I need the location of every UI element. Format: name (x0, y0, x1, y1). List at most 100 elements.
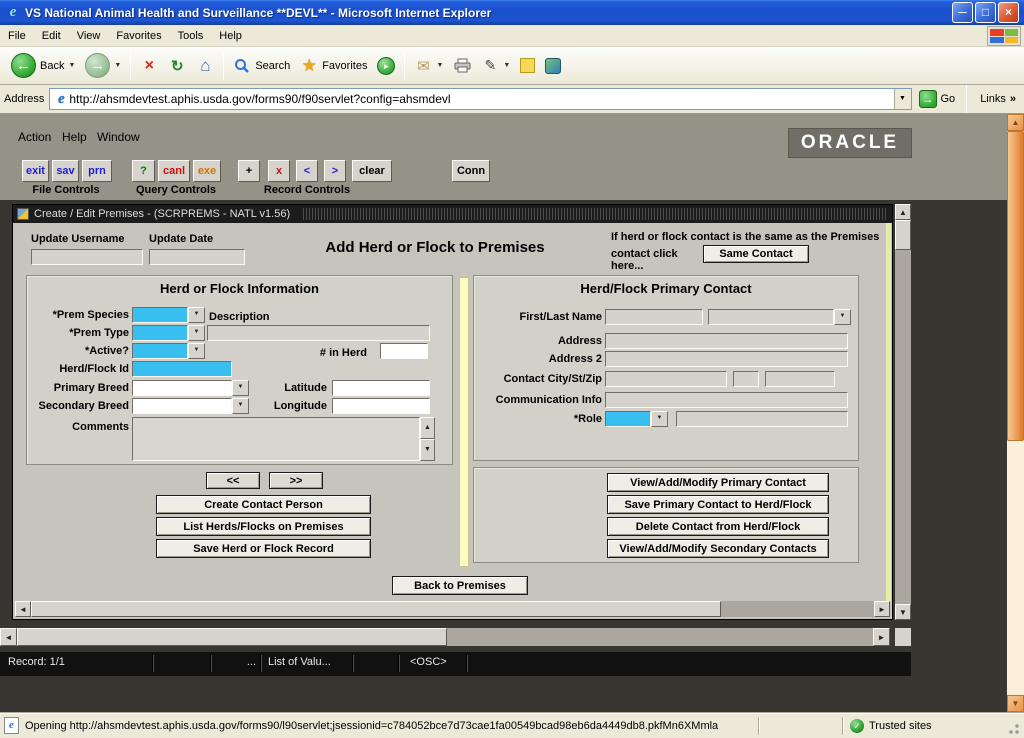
primary-breed-field[interactable] (132, 380, 232, 396)
longitude-field[interactable] (332, 398, 430, 414)
record-prev-button[interactable]: < (296, 160, 318, 182)
scroll-right-icon[interactable]: ► (874, 601, 890, 617)
discuss-button[interactable] (515, 56, 540, 75)
query-enter-button[interactable]: ? (132, 160, 155, 182)
in-herd-field[interactable] (380, 343, 428, 359)
discuss-icon (520, 58, 535, 73)
applet-horizontal-scrollbar[interactable]: ◄ ► (0, 628, 890, 646)
comments-scroll-down-icon[interactable]: ▼ (420, 439, 435, 461)
same-contact-note-line1: If herd or flock contact is the same as … (611, 231, 885, 243)
save-button[interactable]: sav (52, 160, 79, 182)
same-contact-button[interactable]: Same Contact (703, 245, 809, 263)
role-dropdown-icon[interactable]: ▼ (651, 411, 668, 427)
list-herds-flocks-button[interactable]: List Herds/Flocks on Premises (156, 517, 371, 536)
delete-contact-button[interactable]: Delete Contact from Herd/Flock (607, 517, 829, 536)
horizontal-scroll-thumb[interactable] (17, 628, 447, 646)
exit-button[interactable]: exit (22, 160, 49, 182)
scroll-up-icon[interactable]: ▲ (1007, 114, 1024, 131)
query-execute-button[interactable]: exe (193, 160, 221, 182)
edit-button[interactable]: ✎ ▼ (476, 55, 515, 77)
save-primary-contact-button[interactable]: Save Primary Contact to Herd/Flock (607, 495, 829, 514)
scroll-left-icon[interactable]: ◄ (15, 601, 31, 617)
menu-tools[interactable]: Tools (170, 27, 212, 45)
record-clear-button[interactable]: clear (352, 160, 392, 182)
forward-button[interactable]: → ▼ (80, 51, 126, 80)
prem-species-dropdown-icon[interactable]: ▼ (188, 307, 205, 323)
menu-help[interactable]: Help (211, 27, 250, 45)
create-contact-person-button[interactable]: Create Contact Person (156, 495, 371, 514)
form-horizontal-scrollbar[interactable]: ◄ ► (15, 601, 890, 617)
forward-dropdown-icon[interactable]: ▼ (114, 62, 121, 69)
menu-file[interactable]: File (0, 27, 34, 45)
back-button[interactable]: ← Back ▼ (6, 51, 80, 80)
prem-type-field[interactable] (132, 325, 188, 341)
secondary-breed-dropdown-icon[interactable]: ▼ (232, 398, 249, 414)
browser-scroll-thumb[interactable] (1007, 131, 1024, 441)
save-herd-record-button[interactable]: Save Herd or Flock Record (156, 539, 371, 558)
scroll-down-icon[interactable]: ▼ (1007, 695, 1024, 712)
record-indicator: Record: 1/1 (8, 656, 65, 668)
scroll-up-icon[interactable]: ▲ (895, 204, 911, 220)
edit-dropdown-icon[interactable]: ▼ (503, 62, 510, 69)
scroll-left-icon[interactable]: ◄ (0, 628, 17, 646)
mail-dropdown-icon[interactable]: ▼ (436, 62, 443, 69)
refresh-button[interactable]: ↻ (163, 55, 191, 77)
address-input-box: e ▼ (49, 88, 911, 110)
address-dropdown-icon[interactable]: ▼ (894, 89, 911, 109)
primary-breed-dropdown-icon[interactable]: ▼ (232, 380, 249, 396)
browser-vertical-scrollbar[interactable]: ▲ ▼ (1007, 114, 1024, 712)
role-field[interactable] (605, 411, 651, 427)
scroll-right-icon[interactable]: ► (873, 628, 890, 646)
applet-vertical-scrollbar[interactable]: ▲ ▼ (895, 204, 911, 620)
favorites-button[interactable]: ★ Favorites (295, 55, 372, 77)
links-button[interactable]: Links » (976, 93, 1020, 105)
record-prev-nav-button[interactable]: << (206, 472, 260, 489)
record-add-button[interactable]: + (238, 160, 260, 182)
secondary-breed-field[interactable] (132, 398, 232, 414)
media-button[interactable]: ▸ (372, 55, 400, 77)
close-button[interactable]: × (998, 2, 1019, 23)
scroll-down-icon[interactable]: ▼ (895, 604, 911, 620)
oracle-menu-window[interactable]: Window (97, 130, 140, 144)
herd-info-groupbox: Herd or Flock Information *Prem Species … (26, 275, 453, 465)
oracle-menu-help[interactable]: Help (62, 130, 87, 144)
view-add-modify-primary-button[interactable]: View/Add/Modify Primary Contact (607, 473, 829, 492)
menu-edit[interactable]: Edit (34, 27, 69, 45)
resize-grip[interactable] (1006, 717, 1020, 735)
print-record-button[interactable]: prn (82, 160, 112, 182)
prem-type-dropdown-icon[interactable]: ▼ (188, 325, 205, 341)
view-add-modify-secondary-button[interactable]: View/Add/Modify Secondary Contacts (607, 539, 829, 558)
menu-favorites[interactable]: Favorites (108, 27, 169, 45)
query-cancel-button[interactable]: canl (158, 160, 190, 182)
oracle-menu-action[interactable]: Action (18, 130, 51, 144)
home-button[interactable]: ⌂ (191, 55, 219, 77)
herd-flock-id-field[interactable] (132, 361, 232, 377)
horizontal-scroll-thumb[interactable] (31, 601, 721, 617)
latitude-field[interactable] (332, 380, 430, 396)
menu-view[interactable]: View (69, 27, 109, 45)
back-dropdown-icon[interactable]: ▼ (68, 62, 75, 69)
record-next-nav-button[interactable]: >> (269, 472, 323, 489)
mail-button[interactable]: ✉ ▼ (409, 55, 448, 77)
record-delete-button[interactable]: x (268, 160, 290, 182)
active-field[interactable] (132, 343, 188, 359)
search-button[interactable]: Search (228, 55, 295, 77)
messenger-button[interactable] (540, 56, 566, 76)
comments-scroll-up-icon[interactable]: ▲ (420, 417, 435, 439)
minimize-button[interactable]: ─ (952, 2, 973, 23)
stop-button[interactable]: × (135, 55, 163, 77)
go-button[interactable]: → Go (917, 90, 958, 108)
address-input[interactable] (69, 90, 893, 108)
comments-field[interactable] (132, 417, 420, 461)
record-next-button[interactable]: > (324, 160, 346, 182)
conn-button[interactable]: Conn (452, 160, 490, 182)
print-button[interactable] (448, 55, 476, 77)
name-dropdown-icon[interactable]: ▼ (834, 309, 851, 325)
maximize-button[interactable]: □ (975, 2, 996, 23)
back-to-premises-button[interactable]: Back to Premises (392, 576, 528, 595)
favorites-star-icon: ★ (300, 57, 318, 75)
active-dropdown-icon[interactable]: ▼ (188, 343, 205, 359)
prem-species-field[interactable] (132, 307, 188, 323)
contact-state-field (733, 371, 759, 387)
vertical-scroll-thumb[interactable] (895, 220, 911, 250)
